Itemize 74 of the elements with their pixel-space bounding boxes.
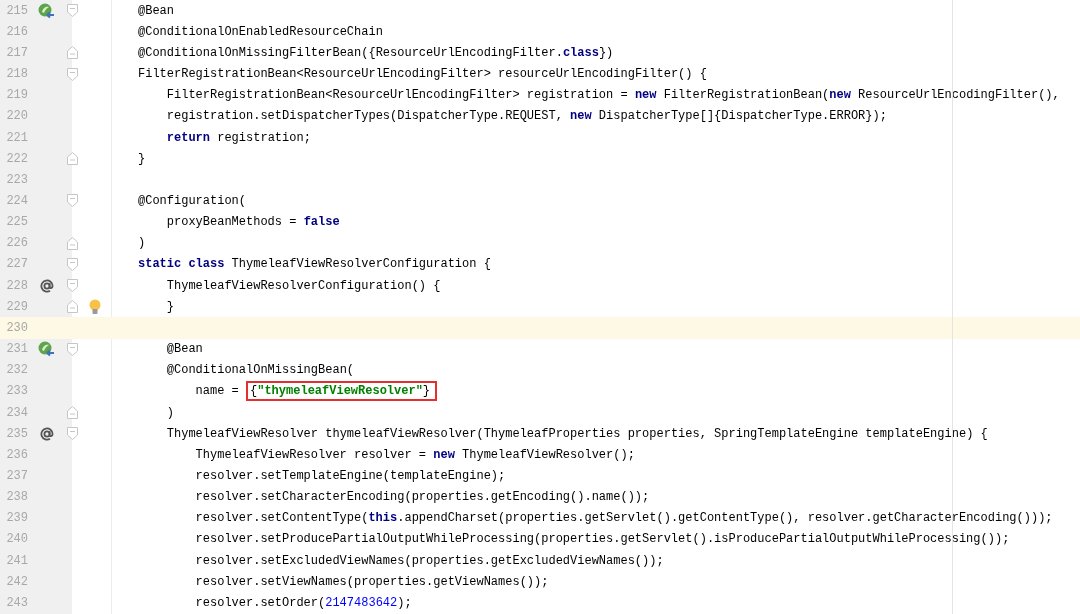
line-number: 228 <box>6 278 28 293</box>
line-number: 221 <box>6 130 28 145</box>
code-line: return registration; <box>166 130 311 145</box>
line-number: 225 <box>6 215 28 230</box>
code-line: proxyBeanMethods = false <box>166 215 340 230</box>
line-number: 236 <box>6 447 28 462</box>
code-line: ) <box>166 405 174 420</box>
code-line: ) <box>138 236 146 251</box>
line-number: 237 <box>6 469 28 483</box>
fold-marker-icon[interactable] <box>66 46 78 60</box>
line-number: 238 <box>6 490 28 505</box>
line-number: 232 <box>6 363 28 378</box>
at-sign-icon[interactable] <box>39 278 54 293</box>
line-number: 234 <box>6 405 28 420</box>
line-number: 243 <box>6 595 28 610</box>
fold-marker-icon[interactable] <box>66 4 78 18</box>
line-number: 233 <box>6 384 28 399</box>
bean-method-icon[interactable] <box>38 2 55 19</box>
code-line: resolver.setProducePartialOutputWhileProcessing(properties.getServlet().isProducePartialOutputWhileProcessing()); <box>195 532 1010 547</box>
line-number: 240 <box>6 532 28 547</box>
code-line: FilterRegistrationBean<ResourceUrlEncodingFilter> registration = new FilterRegistrationBean(new ResourceUrlEncodingFilter(), <box>166 88 1060 103</box>
code-line: registration.setDispatcherTypes(DispatcherType.REQUEST, new DispatcherType[]{DispatcherType.ERROR}); <box>166 109 887 124</box>
fold-marker-icon[interactable] <box>66 67 78 81</box>
code-line: resolver.setExcludedViewNames(properties.getExcludedViewNames()); <box>195 553 664 568</box>
code-line: FilterRegistrationBean<ResourceUrlEncodingFilter> resourceUrlEncodingFilter() { <box>138 67 707 82</box>
line-number: 231 <box>6 342 28 357</box>
line-number: 223 <box>6 172 28 187</box>
fold-marker-icon[interactable] <box>66 300 78 314</box>
line-number: 220 <box>6 109 28 124</box>
line-number: 219 <box>6 88 28 103</box>
fold-marker-icon[interactable] <box>66 427 78 441</box>
line-number: 230 <box>6 320 28 335</box>
code-line: resolver.setContentType(this.appendCharset(properties.getServlet().getContentType(), resolver.getCharacterEncoding())); <box>195 511 1053 526</box>
line-number: 235 <box>6 426 28 441</box>
code-line: @Configuration( <box>138 194 247 208</box>
fold-marker-icon[interactable] <box>66 236 78 250</box>
code-line: @Bean <box>166 342 203 357</box>
code-line: @ConditionalOnMissingFilterBean({ResourceUrlEncodingFilter.class}) <box>138 45 614 60</box>
line-number: 224 <box>6 194 28 208</box>
code-line: } <box>138 151 146 166</box>
fold-marker-icon[interactable] <box>66 152 78 166</box>
line-number: 218 <box>6 67 28 82</box>
fold-marker-icon[interactable] <box>66 194 78 208</box>
code-line: @ConditionalOnMissingBean( <box>166 363 355 378</box>
fold-marker-icon[interactable] <box>66 279 78 293</box>
code-line: @ConditionalOnEnabledResourceChain <box>138 24 383 39</box>
code-line: @Bean <box>138 3 174 18</box>
code-line: } <box>166 299 174 314</box>
line-number: 216 <box>6 24 28 39</box>
code-line: ThymeleafViewResolver resolver = new ThymeleafViewResolver(); <box>195 447 635 462</box>
fold-marker-icon[interactable] <box>66 257 78 271</box>
line-number: 227 <box>6 257 28 272</box>
line-number: 226 <box>6 236 28 251</box>
fold-marker-icon[interactable] <box>66 406 78 420</box>
line-number: 242 <box>6 574 28 589</box>
code-line: resolver.setCharacterEncoding(properties.getEncoding().name()); <box>195 490 650 505</box>
line-number: 215 <box>6 3 28 18</box>
line-number: 239 <box>6 511 28 526</box>
line-number: 222 <box>6 151 28 166</box>
code-line: resolver.setViewNames(properties.getViewNames()); <box>195 574 549 589</box>
code-line: name = {"thymeleafViewResolver"} <box>195 384 438 399</box>
line-number: 229 <box>6 299 28 314</box>
lightbulb-icon[interactable] <box>89 298 101 315</box>
code-line: ThymeleafViewResolverConfiguration() { <box>166 278 441 293</box>
fold-marker-icon[interactable] <box>66 342 78 356</box>
highlight-box: {"thymeleafViewResolver"} <box>246 381 438 402</box>
line-number: 241 <box>6 553 28 568</box>
code-line: ThymeleafViewResolver thymeleafViewResolver(ThymeleafProperties properties, SpringTemplateEngine templateEngine) { <box>166 426 988 441</box>
bean-method-icon[interactable] <box>38 341 55 358</box>
at-sign-icon[interactable] <box>39 426 54 441</box>
code-line: resolver.setOrder(2147483642); <box>195 595 412 610</box>
code-line: resolver.setTemplateEngine(templateEngine); <box>195 469 506 483</box>
code-line: static class ThymeleafViewResolverConfiguration { <box>138 257 491 272</box>
line-number: 217 <box>6 45 28 60</box>
